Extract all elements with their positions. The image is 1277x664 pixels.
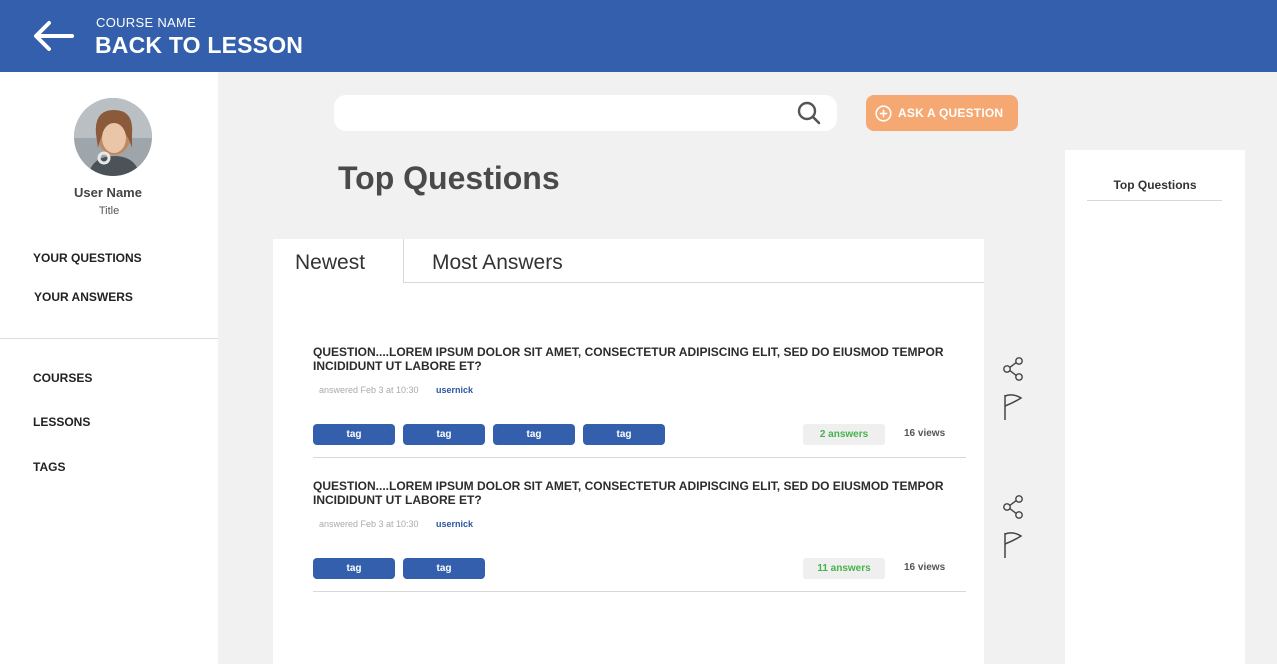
sidebar-item-tags[interactable]: TAGS: [33, 460, 65, 474]
top-questions-divider: [1087, 200, 1222, 201]
sidebar-item-your-questions[interactable]: YOUR QUESTIONS: [33, 251, 142, 265]
top-bar: COURSE NAME BACK TO LESSON: [0, 0, 1277, 72]
flag-icon[interactable]: [1001, 393, 1025, 421]
tab-newest[interactable]: Newest: [273, 239, 404, 283]
question-tag[interactable]: tag: [313, 558, 395, 579]
share-icon[interactable]: [1001, 356, 1025, 384]
question-tag[interactable]: tag: [493, 424, 575, 445]
question-tag[interactable]: tag: [313, 424, 395, 445]
views-count: 16 views: [904, 428, 946, 439]
tab-most-answers[interactable]: Most Answers: [432, 251, 563, 275]
share-icon[interactable]: [1001, 494, 1025, 522]
plus-circle-icon: [875, 105, 892, 122]
arrow-left-icon[interactable]: [32, 20, 74, 52]
ask-question-label: ASK A QUESTION: [898, 106, 1004, 120]
question-divider: [313, 591, 966, 592]
search-input[interactable]: [334, 95, 837, 131]
ask-question-button[interactable]: ASK A QUESTION: [866, 95, 1018, 131]
sidebar: User Name Title YOUR QUESTIONS YOUR ANSW…: [0, 72, 218, 664]
answers-badge: 2 answers: [803, 424, 885, 445]
questions-panel: Newest Most Answers QUESTION....LOREM IP…: [273, 239, 984, 664]
question-tag[interactable]: tag: [403, 424, 485, 445]
course-name: COURSE NAME: [96, 15, 197, 30]
question-meta: answered Feb 3 at 10:30: [319, 385, 419, 395]
question-meta: answered Feb 3 at 10:30: [319, 519, 419, 529]
views-count: 16 views: [904, 562, 946, 573]
top-questions-heading: Top Questions: [1113, 178, 1197, 192]
answers-badge: 11 answers: [803, 558, 885, 579]
back-to-lesson-link[interactable]: BACK TO LESSON: [95, 32, 303, 59]
sidebar-item-courses[interactable]: COURSES: [33, 371, 92, 385]
search-icon[interactable]: [797, 101, 821, 125]
sidebar-item-lessons[interactable]: LESSONS: [33, 415, 90, 429]
avatar: [74, 98, 152, 176]
flag-icon[interactable]: [1001, 531, 1025, 559]
question-user-link[interactable]: usernick: [436, 519, 473, 529]
question-title[interactable]: QUESTION....LOREM IPSUM DOLOR SIT AMET, …: [313, 479, 953, 507]
question-user-link[interactable]: usernick: [436, 385, 473, 395]
sidebar-divider: [0, 338, 218, 339]
question-tag[interactable]: tag: [403, 558, 485, 579]
user-name: User Name: [74, 185, 142, 200]
top-questions-panel: Top Questions: [1065, 150, 1245, 664]
user-title: Title: [98, 205, 120, 217]
question-tag[interactable]: tag: [583, 424, 665, 445]
question-divider: [313, 457, 966, 458]
sidebar-item-your-answers[interactable]: YOUR ANSWERS: [34, 290, 133, 304]
page-title: Top Questions: [338, 160, 560, 196]
tab-newest-label: Newest: [295, 251, 366, 274]
question-title[interactable]: QUESTION....LOREM IPSUM DOLOR SIT AMET, …: [313, 345, 953, 373]
